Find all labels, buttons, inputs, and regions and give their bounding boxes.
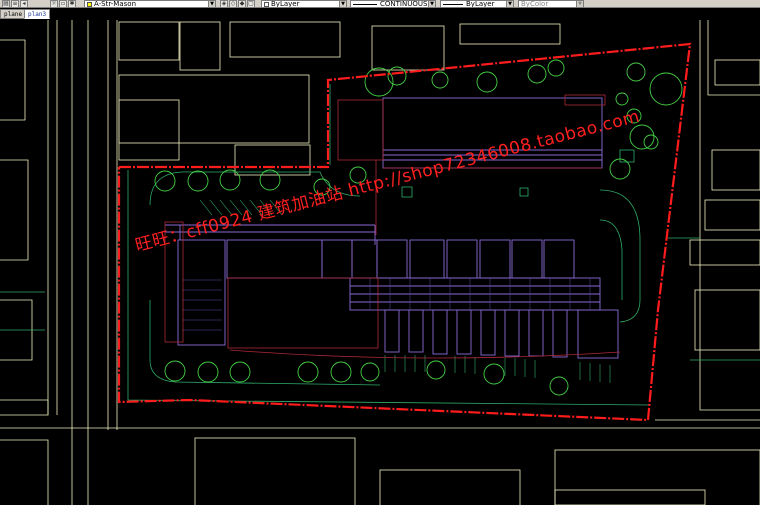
layer-value: A-Str-Mason [94,0,136,8]
chevron-down-icon[interactable]: ▼ [428,1,435,7]
layer-properties-icon[interactable]: ≡ [11,0,19,8]
properties-toolbar: ▤ ≡ ◂ ☼ ▫ ✱ A-Str-Mason ▼ ◈ ◇ ◆ ▢ ByLaye… [0,0,760,8]
layer-match-icon[interactable]: ◇ [229,0,237,8]
layer-iso-icon[interactable]: ◆ [238,0,246,8]
linetype-dropdown[interactable]: CONTINUOUS ▼ [350,0,436,8]
plotstyle-dropdown[interactable]: ByColor ▼ [518,0,584,8]
color-dropdown[interactable]: ByLayer ▼ [261,0,347,8]
chevron-down-icon[interactable]: ▼ [506,1,513,7]
drawing-canvas[interactable] [0,20,760,505]
sun-icon[interactable]: ☼ [50,0,58,8]
color-value: ByLayer [271,0,300,8]
chevron-down-icon[interactable]: ▼ [576,1,583,7]
lineweight-value: ByLayer [466,0,495,8]
freeze-icon[interactable]: ✱ [68,0,76,8]
layer-dropdown[interactable]: A-Str-Mason ▼ [84,0,216,8]
lineweight-dropdown[interactable]: ByLayer ▼ [440,0,514,8]
chevron-down-icon[interactable]: ▼ [339,1,346,7]
make-current-icon[interactable]: ◈ [220,0,228,8]
lock-icon[interactable]: ▫ [59,0,67,8]
chevron-down-icon[interactable]: ▼ [208,1,215,7]
linetype-sample [353,3,377,5]
plotstyle-value: ByColor [521,0,549,8]
layout-tabs: plane plan3 [0,9,120,20]
layer-unisolate-icon[interactable]: ▢ [247,0,255,8]
tab-plan3[interactable]: plan3 [24,9,51,19]
tab-plane[interactable]: plane [0,9,27,19]
context-lines [0,20,760,505]
color-swatch [264,1,269,7]
lineweight-sample [443,3,463,5]
linetype-value: CONTINUOUS [380,0,428,8]
layer-color-swatch [87,1,92,7]
site-lines [0,84,760,406]
layer-state-icon[interactable]: ▤ [2,0,10,8]
layer-previous-icon[interactable]: ◂ [20,0,28,8]
